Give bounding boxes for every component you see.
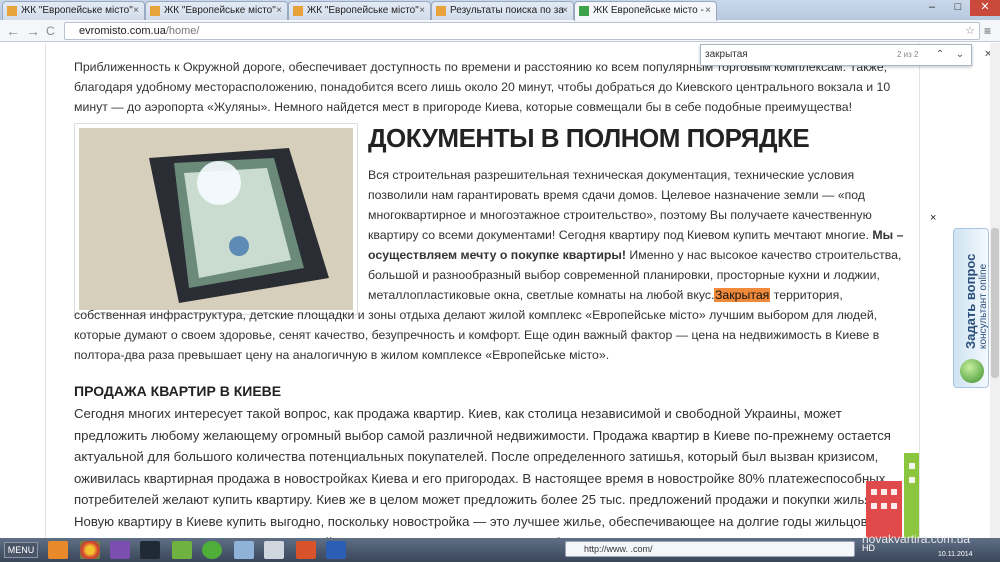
address-host: evromisto.com.ua (79, 25, 166, 37)
menu-icon[interactable]: ≡ (984, 24, 991, 38)
documents-paragraph-cont: Закрытая территория, собственная инфраст… (74, 285, 904, 365)
photo-image (79, 128, 353, 310)
maximize-button[interactable]: □ (946, 0, 970, 16)
tab-2[interactable]: ЖК "Европейське місто" × (145, 1, 288, 20)
word-icon[interactable] (326, 541, 346, 559)
ask-question-label: Задать вопрос (963, 253, 978, 349)
documents-heading: ДОКУМЕНТЫ В ПОЛНОМ ПОРЯДКЕ (368, 123, 810, 153)
close-icon[interactable]: × (930, 212, 936, 224)
folder-icon[interactable] (264, 541, 284, 559)
close-icon[interactable]: × (419, 2, 425, 20)
tab-title: ЖК "Европейське місто" (164, 5, 276, 16)
building-icon (293, 6, 303, 16)
sales-paragraph: Сегодня многих интересует такой вопрос, … (74, 406, 891, 538)
building-icon (7, 6, 17, 16)
star-icon[interactable]: ☆ (965, 23, 975, 39)
tab-title: ЖК "Европейське місто" (307, 5, 419, 16)
building-icon (150, 6, 160, 16)
tab-3[interactable]: ЖК "Европейське місто" × (288, 1, 431, 20)
taskbar-address-text: http://www. .com/ (584, 544, 653, 554)
scrollbar-thumb[interactable] (991, 228, 999, 378)
clock-date: 10.11.2014 (938, 551, 973, 558)
powerpoint-icon[interactable] (296, 541, 316, 559)
tab-4[interactable]: Результаты поиска по за × (431, 1, 574, 20)
tab-title: ЖК "Европейське місто" (21, 5, 133, 16)
documents-text-a: Вся строительная разрешительная техничес… (368, 168, 872, 242)
documents-paragraph: Вся строительная разрешительная техничес… (368, 165, 908, 305)
media-player-icon[interactable] (48, 541, 68, 559)
taskbar: MENU http://www. .com/ HD novakvartira.c… (0, 532, 1000, 562)
tab-5-active[interactable]: ЖК Европейське місто - × (574, 1, 717, 21)
address-path: /home/ (165, 25, 200, 37)
close-window-button[interactable]: ✕ (970, 0, 1000, 16)
buildings-logo (866, 453, 919, 538)
intro-paragraph: Приближенность к Окружной дороге, обеспе… (74, 60, 891, 114)
address-bar[interactable]: evromisto.com.ua/home/ ☆ (64, 22, 980, 40)
forward-button[interactable]: → (26, 22, 40, 40)
find-next-button[interactable]: ⌄ (951, 47, 969, 63)
minimize-button[interactable]: – (920, 0, 944, 16)
browser-toolbar: ← → C evromisto.com.ua/home/ ☆ ≡ (0, 20, 1000, 42)
image-viewer-icon[interactable] (234, 541, 254, 559)
tab-bar: ЖК "Европейське місто" × ЖК "Европейське… (0, 0, 1000, 21)
chrome-icon[interactable] (80, 541, 100, 559)
app-icon[interactable] (172, 541, 192, 559)
globe-icon (960, 359, 984, 383)
find-input[interactable]: закрытая (705, 49, 748, 60)
tab-title: Результаты поиска по за (450, 5, 564, 16)
app-icon[interactable] (202, 541, 222, 559)
sales-heading: ПРОДАЖА КВАРТИР В КИЕВЕ (74, 383, 282, 399)
terminal-icon[interactable] (140, 541, 160, 559)
page-content: Приближенность к Окружной дороге, обеспе… (45, 43, 920, 538)
taskbar-address-field[interactable]: http://www. .com/ (565, 541, 855, 557)
close-icon[interactable]: × (705, 2, 711, 20)
back-button[interactable]: ← (6, 22, 20, 40)
building-icon (579, 6, 589, 16)
find-prev-button[interactable]: ⌃ (931, 47, 949, 63)
tab-title: ЖК Европейське місто - (593, 5, 704, 16)
find-count: 2 из 2 (897, 50, 919, 59)
close-icon[interactable]: × (133, 2, 139, 20)
find-bar: закрытая 2 из 2 ⌃ ⌄ (700, 44, 972, 66)
tab-1[interactable]: ЖК "Европейське місто" × (2, 1, 145, 20)
ask-question-text: Задать вопрос консультант online (963, 254, 989, 349)
visual-studio-icon[interactable] (110, 541, 130, 559)
close-icon[interactable]: × (276, 2, 282, 20)
scrollbar[interactable] (990, 43, 1000, 538)
reload-button[interactable]: C (46, 22, 55, 40)
start-menu-button[interactable]: MENU (4, 542, 38, 558)
close-icon[interactable]: × (562, 2, 568, 20)
consultant-label: консультант online (978, 263, 989, 349)
search-highlight: Закрытая (714, 288, 771, 302)
watermark: novakvartira.com.ua (862, 532, 971, 546)
ask-question-widget[interactable]: Задать вопрос консультант online (953, 228, 989, 388)
building-icon (436, 6, 446, 16)
